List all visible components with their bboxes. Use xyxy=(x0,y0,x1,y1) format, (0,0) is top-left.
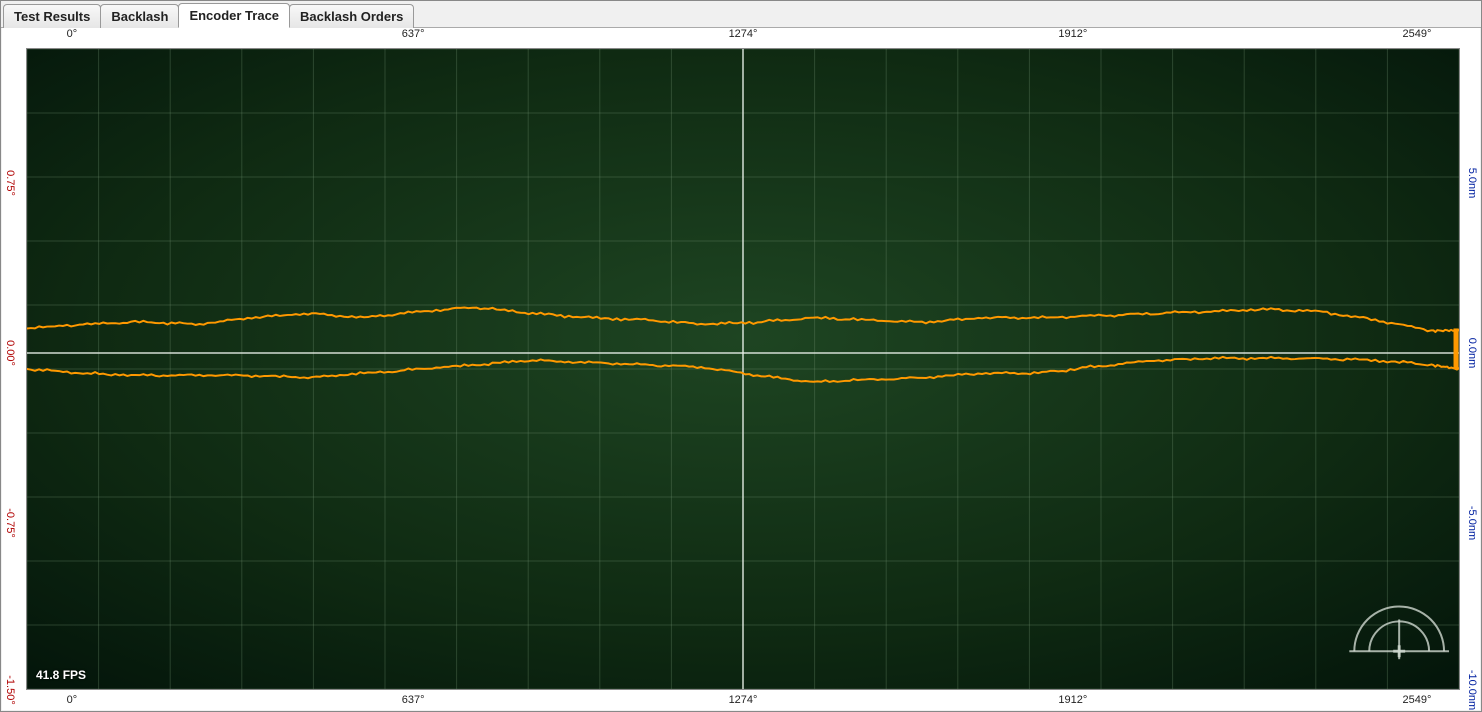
scope-svg xyxy=(27,49,1459,689)
tab-encoder-trace[interactable]: Encoder Trace xyxy=(178,3,290,28)
x-axis-top: 0°637°1274°1912°2549° xyxy=(26,28,1460,44)
app-window: Test Results Backlash Encoder Trace Back… xyxy=(0,0,1482,712)
tab-test-results[interactable]: Test Results xyxy=(3,4,101,28)
tab-content: 0°637°1274°1912°2549° 0°637°1274°1912°25… xyxy=(2,28,1480,710)
tab-strip: Test Results Backlash Encoder Trace Back… xyxy=(1,1,1481,28)
y-axis-left: 0.75°0.00°-0.75°-1.50° xyxy=(2,48,18,690)
y-axis-right: 5.0nm0.0nm-5.0nm-10.0nm xyxy=(1464,48,1480,690)
tab-backlash-orders[interactable]: Backlash Orders xyxy=(289,4,414,28)
x-axis-bottom: 0°637°1274°1912°2549° xyxy=(26,694,1460,710)
fps-readout: 41.8 FPS xyxy=(36,668,86,682)
tab-backlash[interactable]: Backlash xyxy=(100,4,179,28)
scope-plot[interactable] xyxy=(26,48,1460,690)
